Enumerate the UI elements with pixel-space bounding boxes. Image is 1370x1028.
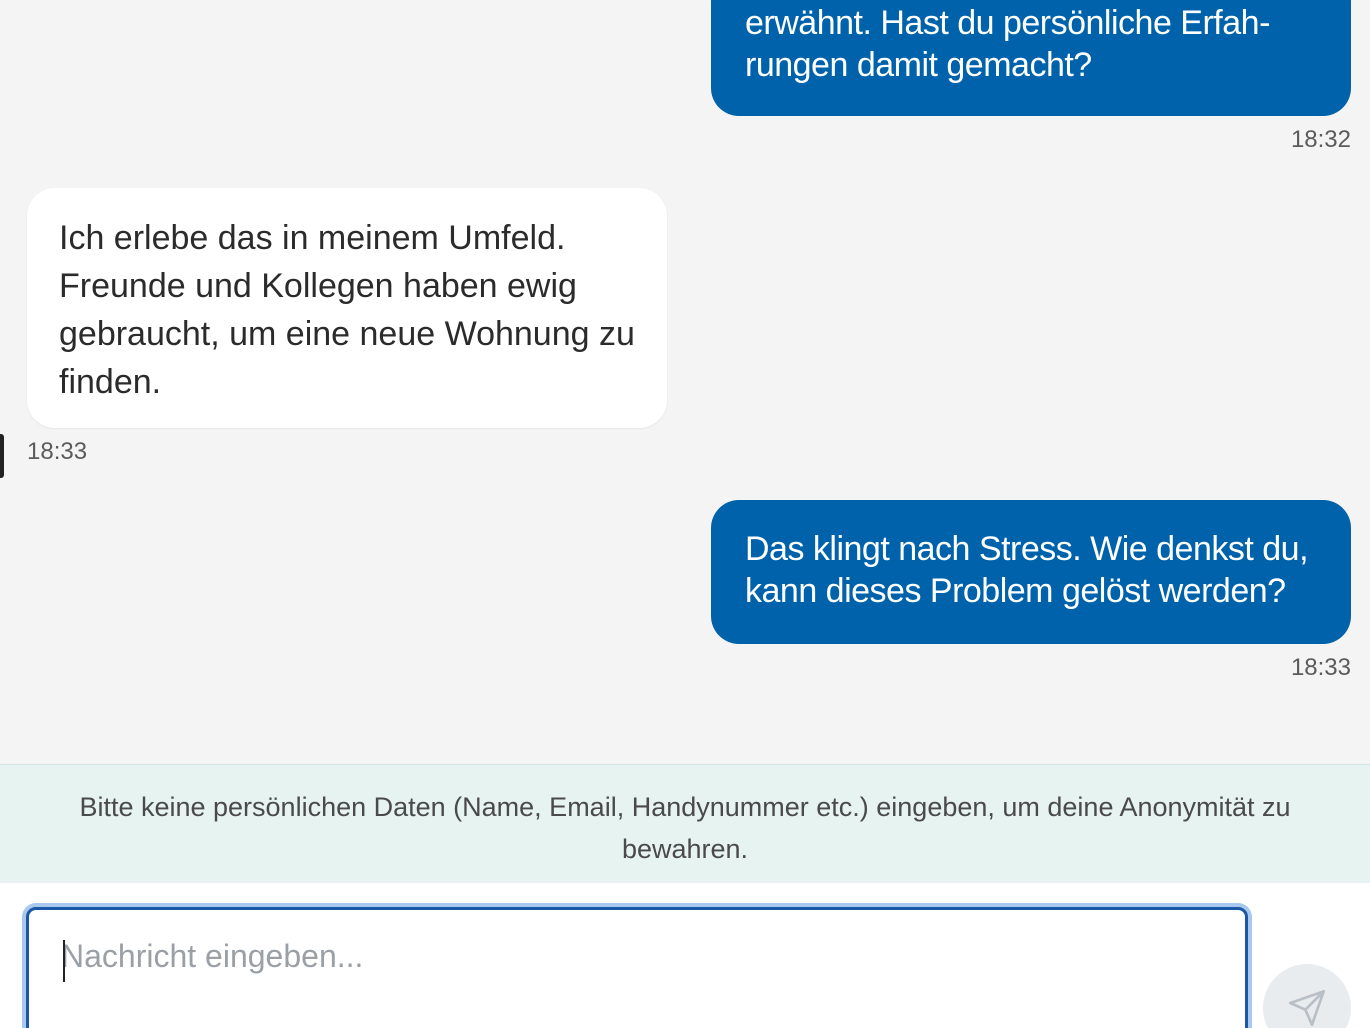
chat-app: erwähnt. Hast du persönliche Erfah- rung… <box>0 0 1370 1028</box>
incoming-message: Ich erlebe das in meinem Umfeld. Freunde… <box>27 188 667 428</box>
message-line: Ich erlebe das in meinem Umfeld. <box>59 219 566 257</box>
message-line: rungen damit gemacht? <box>745 46 1092 84</box>
message-line: Das klingt nach Stress. Wie denkst du, <box>745 530 1309 568</box>
message-line: erwähnt. Hast du persönliche Erfah- <box>745 4 1270 42</box>
message-input[interactable] <box>29 910 1245 1028</box>
message-composer <box>0 883 1370 1028</box>
outgoing-message: Das klingt nach Stress. Wie denkst du, k… <box>711 500 1351 644</box>
message-line: kann dieses Problem gelöst werden? <box>745 572 1286 610</box>
privacy-notice-line: bewahren. <box>621 834 749 864</box>
outgoing-message: erwähnt. Hast du persönliche Erfah- rung… <box>711 0 1351 116</box>
message-list[interactable]: erwähnt. Hast du persönliche Erfah- rung… <box>0 0 1370 764</box>
message-timestamp: 18:33 <box>27 438 88 465</box>
message-line: finden. <box>59 363 162 401</box>
message-line: gebraucht, um eine neue Wohnung zu <box>59 315 635 353</box>
send-icon <box>1289 990 1325 1026</box>
message-input-wrapper[interactable] <box>26 907 1248 1028</box>
message-timestamp: 18:32 <box>1290 126 1351 153</box>
send-button[interactable] <box>1263 964 1351 1028</box>
text-cursor <box>63 940 65 982</box>
message-line: Freunde und Kollegen haben ewig <box>59 267 577 305</box>
privacy-notice-line: Bitte keine persönlichen Daten (Name, Em… <box>79 792 1291 822</box>
side-handle[interactable] <box>0 434 4 478</box>
privacy-notice: Bitte keine persönlichen Daten (Name, Em… <box>0 764 1370 883</box>
message-timestamp: 18:33 <box>1290 654 1351 681</box>
